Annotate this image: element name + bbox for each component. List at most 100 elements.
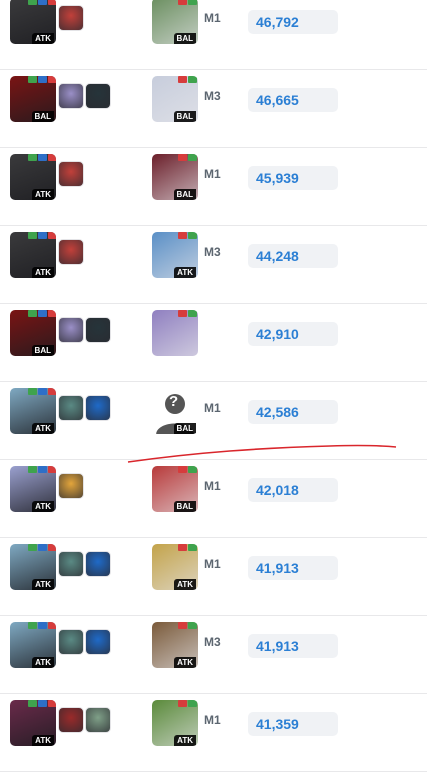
support-avatar[interactable] <box>58 161 84 187</box>
support-avatar[interactable] <box>58 239 84 265</box>
green-leaf-icon <box>188 0 197 5</box>
team-type-tag: ATK <box>32 579 54 590</box>
element-badges <box>28 154 56 161</box>
red-element-icon <box>178 76 187 83</box>
blue-shield-icon <box>38 700 47 707</box>
ranking-row[interactable]: ATK BAL M1 42,018 <box>0 460 427 538</box>
mode-label: M3 <box>204 245 221 259</box>
team-type-tag: BAL <box>31 111 54 122</box>
score-value: 41,913 <box>248 556 338 580</box>
team-leader-avatar[interactable]: ATK <box>10 154 56 200</box>
team-leader-avatar[interactable]: BAL <box>10 310 56 356</box>
green-leaf-icon <box>188 154 197 161</box>
support-avatar[interactable] <box>58 473 84 499</box>
red-element-icon <box>48 76 56 83</box>
opponent-type-tag: BAL <box>173 189 196 200</box>
element-badges <box>28 544 56 551</box>
green-leaf-icon <box>28 544 37 551</box>
green-leaf-icon <box>28 76 37 83</box>
opponent-type-tag: ATK <box>174 735 196 746</box>
support-avatar[interactable] <box>85 629 111 655</box>
ranking-row[interactable]: ATK ATK M1 41,359 <box>0 694 427 772</box>
opponent-avatar[interactable] <box>152 310 198 356</box>
team-leader-avatar[interactable]: ATK <box>10 232 56 278</box>
element-badges <box>178 544 197 551</box>
red-element-icon <box>48 622 56 629</box>
opponent-type-tag: BAL <box>173 501 196 512</box>
green-leaf-icon <box>28 388 37 395</box>
support-avatar[interactable] <box>58 5 84 31</box>
ranking-row[interactable]: ATK ATK M3 44,248 <box>0 226 427 304</box>
support-avatar[interactable] <box>58 395 84 421</box>
team-leader-avatar[interactable]: ATK <box>10 388 56 434</box>
support-avatar[interactable] <box>85 83 111 109</box>
opponent-avatar[interactable]: BAL <box>152 154 198 200</box>
team-leader-avatar[interactable]: ATK <box>10 0 56 44</box>
opponent-avatar[interactable]: BAL <box>152 0 198 44</box>
opponent-avatar[interactable]: ? BAL <box>152 388 198 434</box>
support-avatar[interactable] <box>58 317 84 343</box>
team-type-tag: ATK <box>32 267 54 278</box>
team-leader-avatar[interactable]: ATK <box>10 544 56 590</box>
ranking-row[interactable]: ATK BAL M1 46,792 <box>0 0 427 70</box>
support-avatar[interactable] <box>85 551 111 577</box>
element-badges <box>28 466 56 473</box>
element-badges <box>178 310 197 317</box>
blue-shield-icon <box>38 388 47 395</box>
mode-label: M1 <box>204 11 221 25</box>
opponent-avatar[interactable]: ATK <box>152 232 198 278</box>
team-type-tag: ATK <box>32 189 54 200</box>
mode-label: M3 <box>204 635 221 649</box>
opponent-type-tag: ATK <box>174 579 196 590</box>
ranking-row[interactable]: ATK BAL M1 45,939 <box>0 148 427 226</box>
team-leader-avatar[interactable]: ATK <box>10 466 56 512</box>
support-avatar[interactable] <box>58 83 84 109</box>
ranking-row[interactable]: BAL 42,910 <box>0 304 427 382</box>
support-avatar[interactable] <box>85 317 111 343</box>
team-leader-avatar[interactable]: ATK <box>10 622 56 668</box>
support-avatar[interactable] <box>58 629 84 655</box>
green-leaf-icon <box>188 700 197 707</box>
green-leaf-icon <box>28 466 37 473</box>
opponent-avatar[interactable]: ATK <box>152 622 198 668</box>
element-badges <box>178 154 197 161</box>
red-element-icon <box>178 622 187 629</box>
opponent-avatar[interactable]: ATK <box>152 544 198 590</box>
blue-shield-icon <box>38 466 47 473</box>
support-avatar[interactable] <box>58 707 84 733</box>
team-leader-avatar[interactable]: BAL <box>10 76 56 122</box>
score-value: 46,665 <box>248 88 338 112</box>
element-badges <box>178 622 197 629</box>
red-element-icon <box>48 544 56 551</box>
element-badges <box>28 310 56 317</box>
opponent-avatar[interactable]: BAL <box>152 466 198 512</box>
team-leader-avatar[interactable]: ATK <box>10 700 56 746</box>
score-value: 42,018 <box>248 478 338 502</box>
blue-shield-icon <box>38 544 47 551</box>
support-avatar[interactable] <box>85 707 111 733</box>
ranking-row[interactable]: ATK ATK M3 41,913 <box>0 616 427 694</box>
opponent-avatar[interactable]: BAL <box>152 76 198 122</box>
element-badges <box>28 232 56 239</box>
red-element-icon <box>178 544 187 551</box>
score-value: 41,359 <box>248 712 338 736</box>
opponent-type-tag: BAL <box>173 111 196 122</box>
ranking-row[interactable]: BAL BAL M3 46,665 <box>0 70 427 148</box>
support-avatar[interactable] <box>58 551 84 577</box>
blue-shield-icon <box>38 154 47 161</box>
team-type-tag: ATK <box>32 33 54 44</box>
green-leaf-icon <box>188 622 197 629</box>
red-element-icon <box>178 154 187 161</box>
team-type-tag: ATK <box>32 501 54 512</box>
blue-shield-icon <box>38 232 47 239</box>
support-avatar[interactable] <box>85 395 111 421</box>
ranking-row[interactable]: ATK? BAL M1 42,586 <box>0 382 427 460</box>
blue-shield-icon <box>38 622 47 629</box>
mode-label: M1 <box>204 479 221 493</box>
blue-shield-icon <box>38 0 47 5</box>
ranking-row[interactable]: ATK ATK M1 41,913 <box>0 538 427 616</box>
opponent-avatar[interactable]: ATK <box>152 700 198 746</box>
green-leaf-icon <box>188 232 197 239</box>
element-badges <box>178 466 197 473</box>
score-value: 42,586 <box>248 400 338 424</box>
